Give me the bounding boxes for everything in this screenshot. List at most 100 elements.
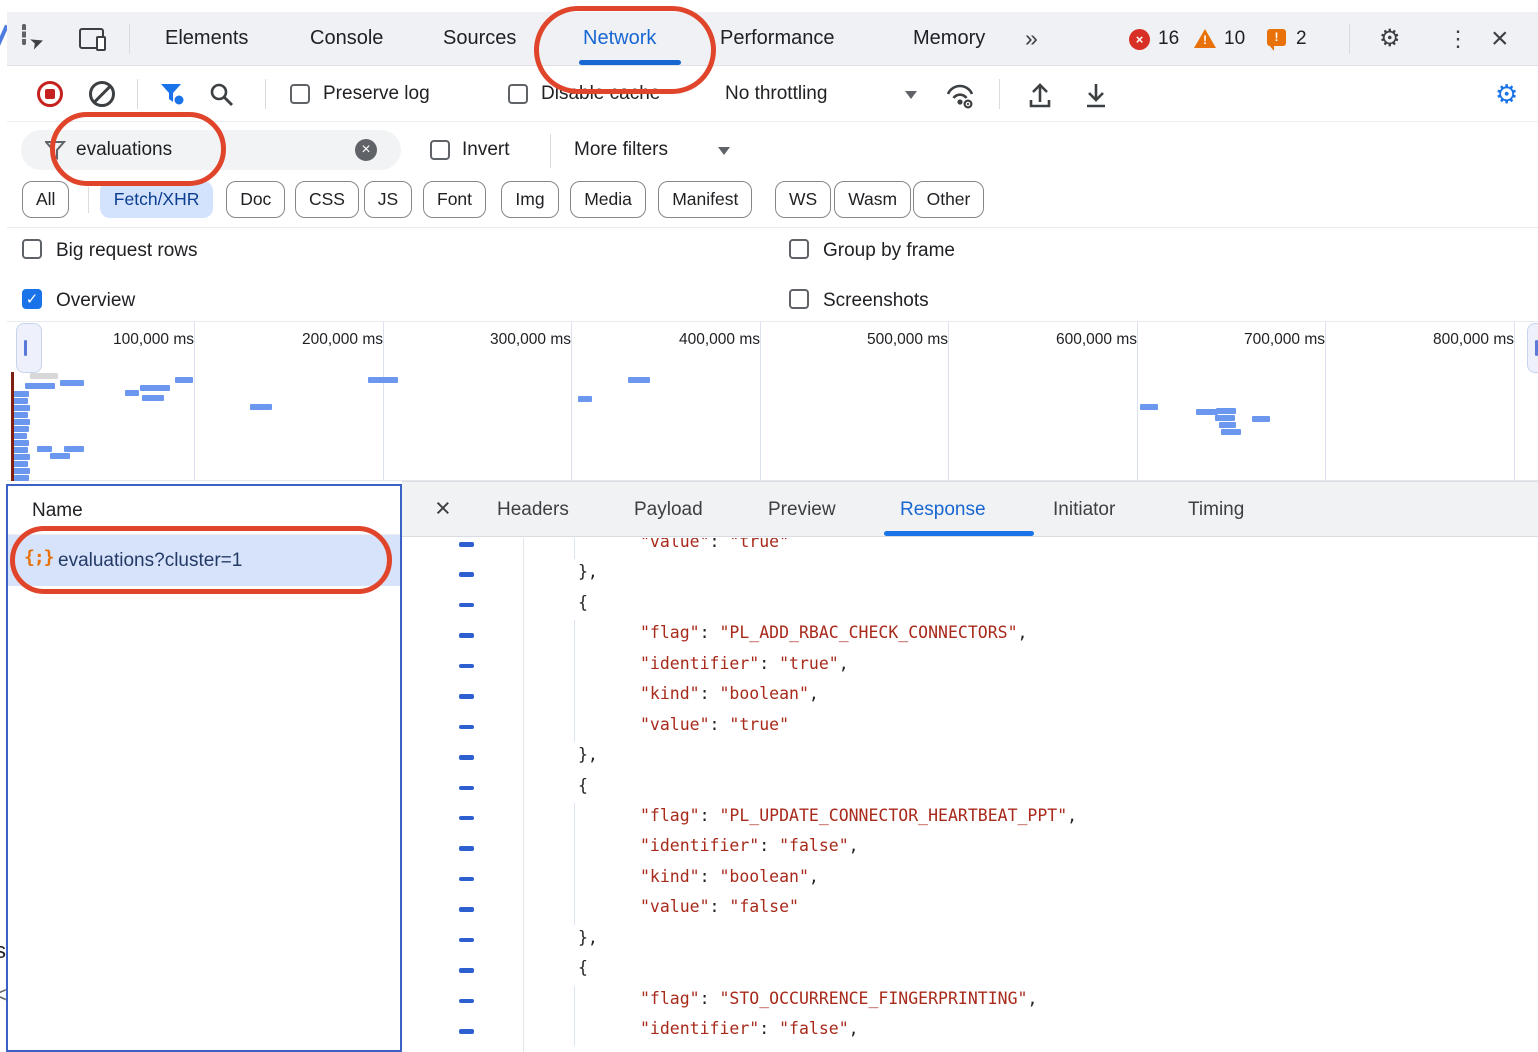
code-text: }, <box>578 562 598 581</box>
detail-tab-preview[interactable]: Preview <box>768 482 836 537</box>
fold-marker-icon[interactable] <box>459 786 474 791</box>
detail-tab-payload[interactable]: Payload <box>634 482 703 537</box>
fold-marker-icon[interactable] <box>459 907 474 912</box>
response-line: }, <box>402 742 1538 772</box>
fold-marker-icon[interactable] <box>459 542 474 547</box>
tab-sources[interactable]: Sources <box>443 12 516 65</box>
device-toolbar-icon[interactable] <box>79 28 104 49</box>
chip-fetch-xhr[interactable]: Fetch/XHR <box>100 181 214 218</box>
response-line: "identifier": "false", <box>402 1016 1538 1046</box>
chip-media[interactable]: Media <box>570 181 646 218</box>
overview-checkbox[interactable]: ✓ <box>22 289 42 309</box>
more-filters-caret-icon[interactable] <box>718 147 730 155</box>
chip-font[interactable]: Font <box>423 181 486 218</box>
clear-filter-icon[interactable]: × <box>355 139 377 161</box>
filter-input[interactable] <box>76 130 316 170</box>
throttling-caret-icon[interactable] <box>905 91 917 99</box>
code-text: }, <box>578 745 598 764</box>
settings-gear-icon[interactable]: ⚙ <box>1379 12 1401 66</box>
chip-other[interactable]: Other <box>913 181 985 218</box>
chip-all[interactable]: All <box>22 181 69 218</box>
group-by-frame-label: Group by frame <box>823 240 955 262</box>
tab-elements[interactable]: Elements <box>165 12 248 65</box>
more-filters-button[interactable]: More filters <box>574 122 668 178</box>
import-har-icon[interactable] <box>1027 82 1053 108</box>
error-badge-icon[interactable]: × <box>1129 29 1150 50</box>
overview-request-bar <box>13 454 30 460</box>
fold-marker-icon[interactable] <box>459 694 474 699</box>
kebab-menu-icon[interactable]: ⋮ <box>1447 12 1469 66</box>
tab-console[interactable]: Console <box>310 12 383 65</box>
inspect-element-icon[interactable]: ➤ <box>22 26 26 44</box>
chip-wasm[interactable]: Wasm <box>834 181 911 218</box>
big-request-rows-checkbox[interactable] <box>22 239 42 259</box>
preserve-log-checkbox[interactable] <box>290 84 310 104</box>
detail-tab-response[interactable]: Response <box>900 482 986 537</box>
clear-network-log-icon[interactable] <box>89 81 115 107</box>
overview-event-marker <box>11 372 14 481</box>
group-by-frame-checkbox[interactable] <box>789 239 809 259</box>
response-line: "flag": "PL_UPDATE_CONNECTOR_HEARTBEAT_P… <box>402 803 1538 833</box>
fold-marker-icon[interactable] <box>459 938 474 943</box>
fold-marker-icon[interactable] <box>459 1029 474 1034</box>
overview-request-bar <box>1140 404 1158 410</box>
network-settings-gear-icon[interactable]: ⚙ <box>1495 66 1518 122</box>
tab-memory[interactable]: Memory <box>913 12 985 65</box>
name-column-header[interactable]: Name <box>8 486 400 535</box>
fold-marker-icon[interactable] <box>459 877 474 882</box>
fold-marker-icon[interactable] <box>459 603 474 608</box>
chip-img[interactable]: Img <box>501 181 558 218</box>
filter-funnel-icon[interactable] <box>160 83 186 107</box>
chip-css[interactable]: CSS <box>295 181 359 218</box>
close-detail-icon[interactable]: × <box>435 482 451 537</box>
screenshots-checkbox[interactable] <box>789 289 809 309</box>
response-line: "value": "true" <box>402 712 1538 742</box>
more-tabs-chevron-icon[interactable]: » <box>1025 12 1038 65</box>
fold-marker-icon[interactable] <box>459 816 474 821</box>
fold-marker-icon[interactable] <box>459 633 474 638</box>
response-viewer[interactable]: "value": "true"},{"flag": "PL_ADD_RBAC_C… <box>402 538 1538 1052</box>
chip-ws[interactable]: WS <box>775 181 831 218</box>
fold-marker-icon[interactable] <box>459 664 474 669</box>
fold-marker-icon[interactable] <box>459 968 474 973</box>
overview-request-bar <box>250 404 272 410</box>
request-row[interactable]: {;} evaluations?cluster=1 <box>8 535 400 586</box>
overview-tick-label: 400,000 ms <box>679 331 760 349</box>
invert-checkbox[interactable] <box>430 140 450 160</box>
network-filter-bar: × Invert More filters <box>7 122 1538 179</box>
tab-network[interactable]: Network <box>583 12 656 65</box>
fold-marker-icon[interactable] <box>459 755 474 760</box>
request-type-filter-row: All Fetch/XHR Doc CSSJS Font Img Media Manifest… <box>7 179 1538 228</box>
export-har-icon[interactable] <box>1083 82 1109 108</box>
network-overview-timeline[interactable]: 100,000 ms200,000 ms300,000 ms400,000 ms… <box>7 322 1538 481</box>
overview-section-divider <box>948 322 949 480</box>
chip-manifest[interactable]: Manifest <box>658 181 752 218</box>
network-conditions-icon[interactable] <box>945 81 977 111</box>
response-line: "identifier": "false", <box>402 833 1538 863</box>
fold-marker-icon[interactable] <box>459 999 474 1004</box>
detail-tab-timing[interactable]: Timing <box>1188 482 1244 537</box>
filter-input-pill[interactable]: × <box>21 130 401 170</box>
code-text: { <box>578 958 588 977</box>
chip-doc[interactable]: Doc <box>226 181 285 218</box>
code-text: "kind": "boolean", <box>640 867 819 886</box>
overview-left-handle[interactable] <box>16 323 42 373</box>
edge-artifact <box>0 25 7 58</box>
fold-marker-icon[interactable] <box>459 572 474 577</box>
overview-right-handle[interactable] <box>1527 323 1538 373</box>
throttling-select[interactable]: No throttling <box>725 66 827 122</box>
fold-marker-icon[interactable] <box>459 846 474 851</box>
close-devtools-icon[interactable]: × <box>1491 12 1509 66</box>
chip-js[interactable]: JS <box>364 181 412 218</box>
stop-recording-icon[interactable] <box>37 81 63 107</box>
indent-guide <box>574 620 575 650</box>
search-icon[interactable] <box>209 82 235 108</box>
fold-marker-icon[interactable] <box>459 725 474 730</box>
disable-cache-checkbox[interactable] <box>508 84 528 104</box>
overview-request-bar <box>142 395 164 401</box>
tab-performance[interactable]: Performance <box>720 12 835 65</box>
detail-tab-headers[interactable]: Headers <box>497 482 569 537</box>
overview-request-bar <box>13 391 29 397</box>
issues-badge-icon[interactable]: ! <box>1267 29 1286 46</box>
detail-tab-initiator[interactable]: Initiator <box>1053 482 1115 537</box>
